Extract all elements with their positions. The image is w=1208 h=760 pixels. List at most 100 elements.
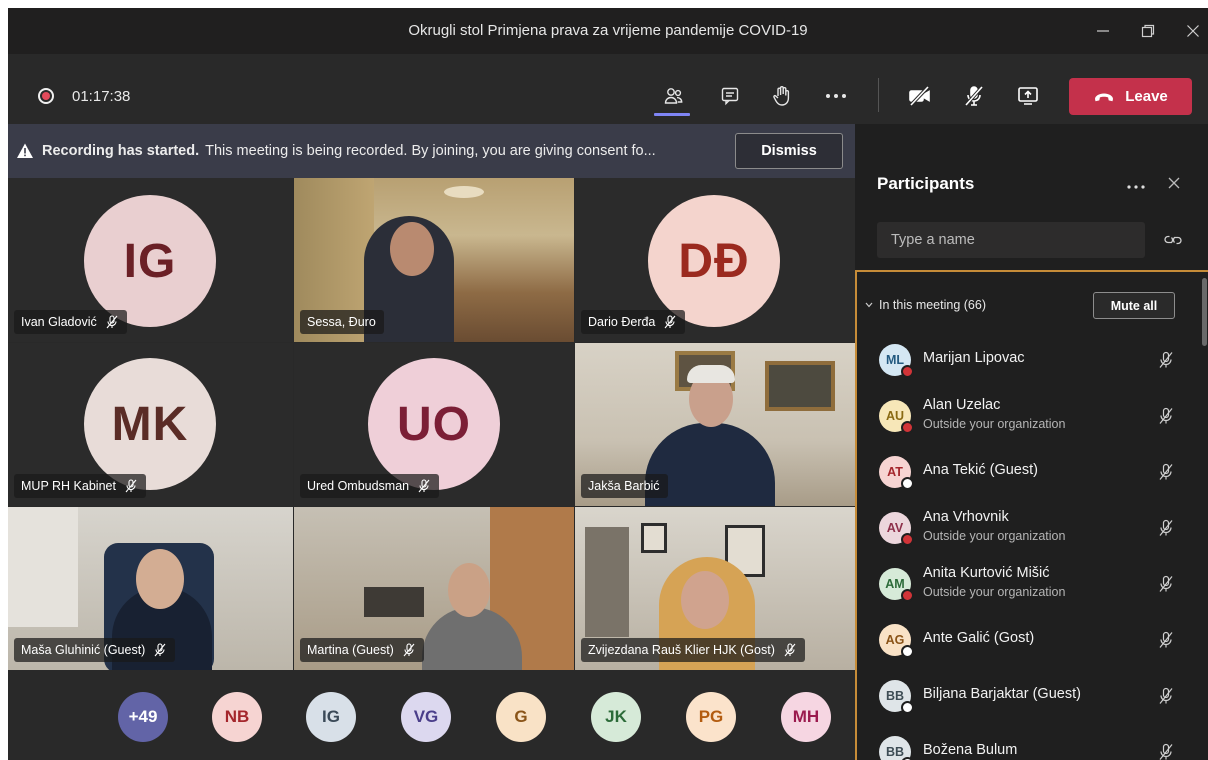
name-tag: Jakša Barbić (581, 474, 668, 498)
teams-meeting-window: Okrugli stol Primjena prava za vrijeme p… (8, 8, 1208, 760)
warning-icon (17, 143, 33, 158)
participant-name: Martina (Guest) (307, 643, 394, 657)
participant-tile[interactable]: UO Ured Ombudsman (294, 343, 574, 506)
wall-frame (641, 523, 667, 553)
avatar[interactable]: JK (591, 692, 641, 742)
mic-muted-icon (106, 315, 118, 329)
name-tag: Zvijezdana Rauš Klier HJK (Gost) (581, 638, 805, 662)
participant-video-tile[interactable]: Sessa, Đuro (294, 178, 574, 342)
avatar[interactable]: NB (212, 692, 262, 742)
mic-muted-icon[interactable] (1157, 519, 1175, 537)
mic-muted-icon[interactable] (1157, 743, 1175, 760)
person-face (136, 549, 184, 609)
mic-muted-icon (403, 643, 415, 657)
presence-status-icon (901, 421, 914, 434)
mute-all-button[interactable]: Mute all (1093, 292, 1175, 319)
avatar: AT (879, 456, 914, 490)
avatar: BB (879, 736, 914, 760)
participant-row[interactable]: BB Božena Bulum (857, 724, 1202, 760)
person-hair (687, 365, 735, 383)
leave-label: Leave (1125, 88, 1168, 105)
presence-status-icon (901, 645, 914, 658)
avatar-initials: ML (885, 353, 905, 367)
chat-icon[interactable] (714, 80, 746, 112)
name-tag: Ivan Gladović (14, 310, 127, 334)
presence-status-icon (901, 533, 914, 546)
more-options-icon[interactable] (820, 80, 852, 112)
name-tag: Martina (Guest) (300, 638, 424, 662)
participant-video-tile[interactable]: Maša Gluhinić (Guest) (8, 507, 293, 670)
overflow-count-avatar[interactable]: +49 (118, 692, 168, 742)
camera-off-icon[interactable] (904, 80, 936, 112)
avatar: MK (84, 358, 216, 490)
close-panel-icon[interactable] (1167, 176, 1183, 192)
mic-muted-icon (418, 479, 430, 493)
microphone-off-icon[interactable] (958, 80, 990, 112)
mic-muted-icon[interactable] (1157, 463, 1175, 481)
avatar: UO (368, 358, 500, 490)
leave-button[interactable]: Leave (1069, 78, 1192, 115)
avatar[interactable]: VG (401, 692, 451, 742)
participant-row[interactable]: AM Anita Kurtović Mišić Outside your organ… (857, 556, 1202, 612)
active-tab-indicator (654, 113, 690, 116)
participant-row[interactable]: ML Marijan Lipovac (857, 332, 1202, 388)
participant-row[interactable]: AT Ana Tekić (Guest) (857, 444, 1202, 500)
participant-row[interactable]: AU Alan Uzelac Outside your organization (857, 388, 1202, 444)
participant-video-tile[interactable]: Zvijezdana Rauš Klier HJK (Gost) (575, 507, 855, 670)
minimize-icon[interactable] (1088, 16, 1118, 46)
mic-muted-icon[interactable] (1157, 575, 1175, 593)
share-screen-icon[interactable] (1012, 80, 1044, 112)
avatar: AU (879, 400, 914, 434)
presence-status-icon (901, 589, 914, 602)
participant-name: Sessa, Đuro (307, 315, 376, 329)
participants-icon[interactable] (658, 80, 690, 112)
name-tag: Dario Đerđa (581, 310, 686, 334)
participant-row[interactable]: AG Ante Galić (Gost) (857, 612, 1202, 668)
mic-muted-icon[interactable] (1157, 351, 1175, 369)
close-window-icon[interactable] (1178, 16, 1208, 46)
participant-row[interactable]: BB Biljana Barjaktar (Guest) (857, 668, 1202, 724)
in-meeting-section-header[interactable]: In this meeting (66) (865, 298, 986, 312)
participant-tile[interactable]: MK MUP RH Kabinet (8, 343, 293, 506)
mic-muted-icon[interactable] (1157, 407, 1175, 425)
mic-muted-icon[interactable] (1157, 631, 1175, 649)
participant-subtitle: Outside your organization (923, 529, 1066, 543)
avatar[interactable]: PG (686, 692, 736, 742)
participant-tile[interactable]: DĐ Dario Đerđa (575, 178, 855, 342)
mic-muted-icon[interactable] (1157, 687, 1175, 705)
avatar-initials: AG (885, 633, 905, 647)
name-tag: Ured Ombudsman (300, 474, 440, 498)
person-face (390, 222, 434, 276)
participant-tile[interactable]: IG Ivan Gladović (8, 178, 293, 342)
monitor (364, 587, 424, 617)
avatar: AG (879, 624, 914, 658)
name-tag: MUP RH Kabinet (14, 474, 146, 498)
list-scrollbar[interactable] (1202, 278, 1207, 346)
window-title: Okrugli stol Primjena prava za vrijeme p… (408, 22, 808, 39)
avatar-initials: BB (885, 745, 905, 759)
section-label: In this meeting (66) (879, 298, 986, 312)
restore-icon[interactable] (1133, 16, 1163, 46)
panel-more-options-icon[interactable] (1125, 174, 1149, 194)
title-bar: Okrugli stol Primjena prava za vrijeme p… (8, 8, 1208, 54)
dismiss-button[interactable]: Dismiss (735, 133, 843, 169)
avatar: ML (879, 344, 914, 378)
search-participants-input[interactable] (877, 222, 1145, 258)
person-face (448, 563, 490, 617)
participant-name: Dario Đerđa (588, 315, 656, 329)
recording-indicator-icon (38, 88, 54, 104)
raise-hand-icon[interactable] (766, 80, 798, 112)
participant-row[interactable]: AV Ana Vrhovnik Outside your organization (857, 500, 1202, 556)
participant-video-tile[interactable]: Martina (Guest) (294, 507, 574, 670)
participant-name: Ana Vrhovnik (923, 509, 1009, 525)
participant-name: Ante Galić (Gost) (923, 630, 1035, 646)
avatar-initials: AU (885, 409, 905, 423)
window-light (8, 507, 78, 627)
avatar[interactable]: IG (306, 692, 356, 742)
avatar[interactable]: MH (781, 692, 831, 742)
avatar[interactable]: G (496, 692, 546, 742)
video-grid: IG Ivan Gladović Sessa, Đuro DĐ Dario Đe… (8, 178, 855, 670)
participant-video-tile[interactable]: Jakša Barbić (575, 343, 855, 506)
share-invite-icon[interactable] (1163, 232, 1183, 250)
chandelier-shape (444, 186, 484, 198)
